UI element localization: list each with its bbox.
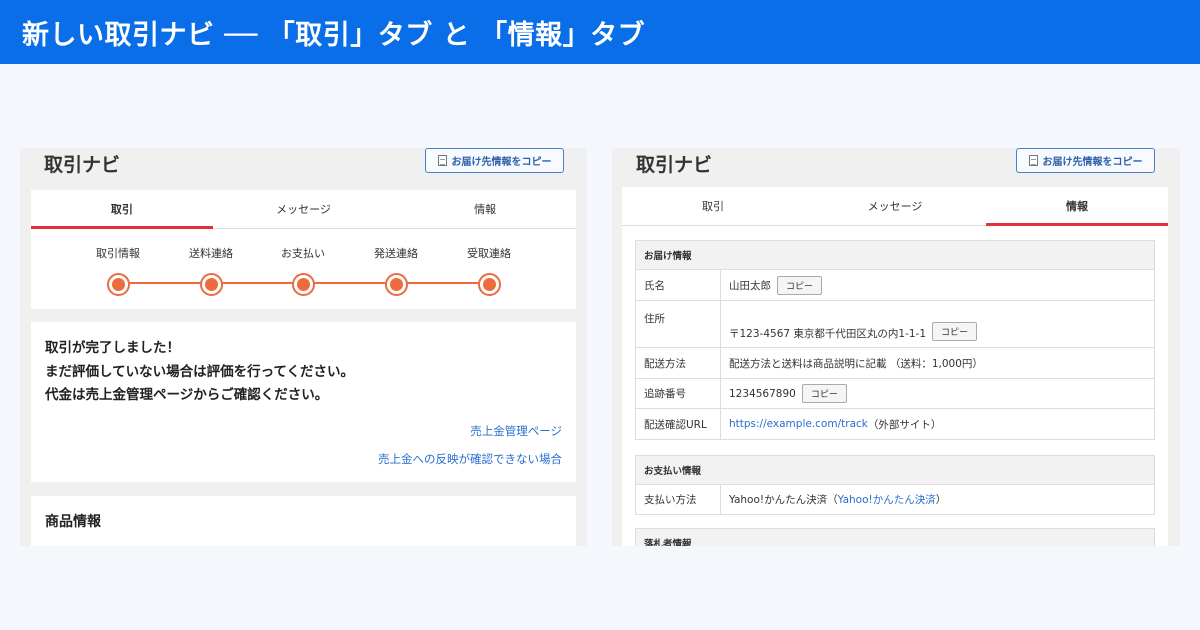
document-icon (437, 155, 447, 166)
step-dot-icon (384, 273, 408, 296)
copy-address-button[interactable]: お届け先情報をコピー (1016, 148, 1155, 173)
panel-title: 取引ナビ (636, 154, 713, 176)
delivery-table: お届け情報 氏名 山田太郎 コピー 住所 〒123-4567 東京都千代田区丸の… (635, 240, 1155, 440)
url-label: 配送確認URL (636, 409, 721, 439)
completion-message: 取引が完了しました！ まだ評価していない場合は評価を行ってください。 代金は売上… (45, 337, 354, 408)
tracking-value: 1234567890 (729, 387, 796, 400)
step-payment: お支払い (258, 245, 348, 296)
step-dot-icon (106, 273, 130, 296)
tab-message[interactable]: メッセージ (804, 187, 986, 225)
copy-address-label: お届け先情報をコピー (1042, 157, 1143, 168)
tab-bar: 取引 メッセージ 情報 (31, 190, 576, 229)
tab-info[interactable]: 情報 (394, 190, 576, 228)
message-line: まだ評価していない場合は評価を行ってください。 (45, 363, 355, 380)
name-label: 氏名 (636, 270, 721, 300)
method-label: 配送方法 (636, 348, 721, 378)
step-label: 取引情報 (96, 247, 140, 260)
progress-steps: 取引情報 送料連絡 お支払い 発送連絡 受取連絡 (31, 229, 576, 311)
method-value: 配送方法と送料は商品説明に記載 （送料：1,000円） (729, 357, 983, 370)
table-row: 氏名 山田太郎 コピー (636, 270, 1154, 301)
copy-tracking-button[interactable]: コピー (801, 384, 847, 403)
sales-management-link[interactable]: 売上金管理ページ (470, 423, 562, 439)
tracking-cell: 1234567890 コピー (721, 379, 1154, 408)
step-trade-info: 取引情報 (73, 245, 163, 296)
payment-method-value: Yahoo!かんたん決済（ (729, 494, 838, 506)
panel-title: 取引ナビ (44, 154, 121, 176)
address-value: 〒123-4567 東京都千代田区丸の内1-1-1 (729, 328, 927, 340)
tab-label: メッセージ (276, 203, 331, 216)
step-label: 受取連絡 (467, 247, 511, 260)
copy-name-button[interactable]: コピー (777, 275, 823, 295)
payment-table: お支払い情報 支払い方法 Yahoo!かんたん決済（ Yahoo!かんたん決済 … (635, 455, 1155, 515)
banner: 新しい取引ナビ ── 「取引」タブ と 「情報」タブ (0, 0, 1200, 64)
tab-bar: 取引 メッセージ 情報 (622, 187, 1168, 226)
step-label: お支払い (281, 247, 325, 260)
completion-card: 取引が完了しました！ まだ評価していない場合は評価を行ってください。 代金は売上… (31, 322, 576, 482)
message-line: 取引が完了しました！ (45, 340, 180, 356)
payment-method-label: 支払い方法 (636, 485, 721, 514)
info-card: 取引 メッセージ 情報 お届け情報 氏名 山田太郎 コピー 住所 〒123-45… (622, 187, 1168, 546)
trade-nav-card: 取引 メッセージ 情報 取引情報 送料連絡 お支払い 発送連絡 受取連絡 (31, 190, 576, 309)
tab-trade[interactable]: 取引 (622, 187, 804, 225)
name-value: 山田太郎 (729, 279, 771, 292)
tab-info[interactable]: 情報 (986, 187, 1168, 226)
right-panel: 取引ナビ お届け先情報をコピー 取引 メッセージ 情報 お届け情報 氏名 山田太… (612, 148, 1180, 546)
payment-heading: お支払い情報 (636, 456, 1154, 485)
step-label: 送料連絡 (189, 247, 233, 260)
tab-label: 情報 (474, 203, 497, 216)
step-receipt: 受取連絡 (444, 245, 534, 296)
tab-trade[interactable]: 取引 (31, 190, 213, 229)
step-shipment: 発送連絡 (351, 245, 441, 296)
copy-address-row-button[interactable]: コピー (932, 322, 978, 341)
tab-label: 取引 (110, 203, 133, 216)
step-shipping-fee: 送料連絡 (166, 245, 256, 296)
table-row: 配送確認URL https://example.com/track （外部サイト… (636, 409, 1154, 439)
tab-label: メッセージ (867, 200, 923, 213)
address-cell: 〒123-4567 東京都千代田区丸の内1-1-1 コピー (721, 301, 1154, 347)
tab-message[interactable]: メッセージ (213, 190, 395, 228)
bidder-heading: 落札者情報 (636, 529, 1154, 546)
url-cell: https://example.com/track （外部サイト） (721, 409, 1154, 439)
table-row: 住所 〒123-4567 東京都千代田区丸の内1-1-1 コピー (636, 301, 1154, 348)
delivery-heading: お届け情報 (636, 241, 1154, 270)
tab-label: 情報 (1066, 200, 1088, 213)
copy-address-label: お届け先情報をコピー (451, 157, 552, 168)
product-card: 商品情報 (31, 496, 576, 546)
bidder-table: 落札者情報 (635, 528, 1155, 546)
payment-method-cell: Yahoo!かんたん決済（ Yahoo!かんたん決済 ） (721, 485, 1154, 514)
name-cell: 山田太郎 コピー (721, 270, 1154, 300)
step-dot-icon (291, 273, 315, 296)
url-suffix: （外部サイト） (867, 418, 942, 431)
payment-method-close: ） (935, 494, 947, 506)
banner-title: 新しい取引ナビ ── 「取引」タブ と 「情報」タブ (22, 19, 646, 51)
step-dot-icon (477, 273, 501, 296)
copy-address-button[interactable]: お届け先情報をコピー (425, 148, 564, 173)
payment-method-link[interactable]: Yahoo!かんたん決済 (838, 492, 936, 507)
document-icon (1028, 155, 1038, 166)
step-dot-icon (199, 273, 223, 296)
message-line: 代金は売上金管理ページからご確認ください。 (45, 387, 329, 403)
table-row: 追跡番号 1234567890 コピー (636, 379, 1154, 409)
tab-label: 取引 (702, 200, 724, 213)
left-panel: 取引ナビ お届け先情報をコピー 取引 メッセージ 情報 取引情報 送料連絡 お支… (20, 148, 587, 546)
address-label: 住所 (636, 301, 721, 347)
table-row: 支払い方法 Yahoo!かんたん決済（ Yahoo!かんたん決済 ） (636, 485, 1154, 514)
step-label: 発送連絡 (374, 247, 418, 260)
table-row: 配送方法 配送方法と送料は商品説明に記載 （送料：1,000円） (636, 348, 1154, 379)
tracking-url-link[interactable]: https://example.com/track (729, 418, 868, 430)
sales-not-reflected-link[interactable]: 売上金への反映が確認できない場合 (378, 451, 562, 467)
product-section-title: 商品情報 (45, 514, 101, 530)
tracking-label: 追跡番号 (636, 379, 721, 408)
